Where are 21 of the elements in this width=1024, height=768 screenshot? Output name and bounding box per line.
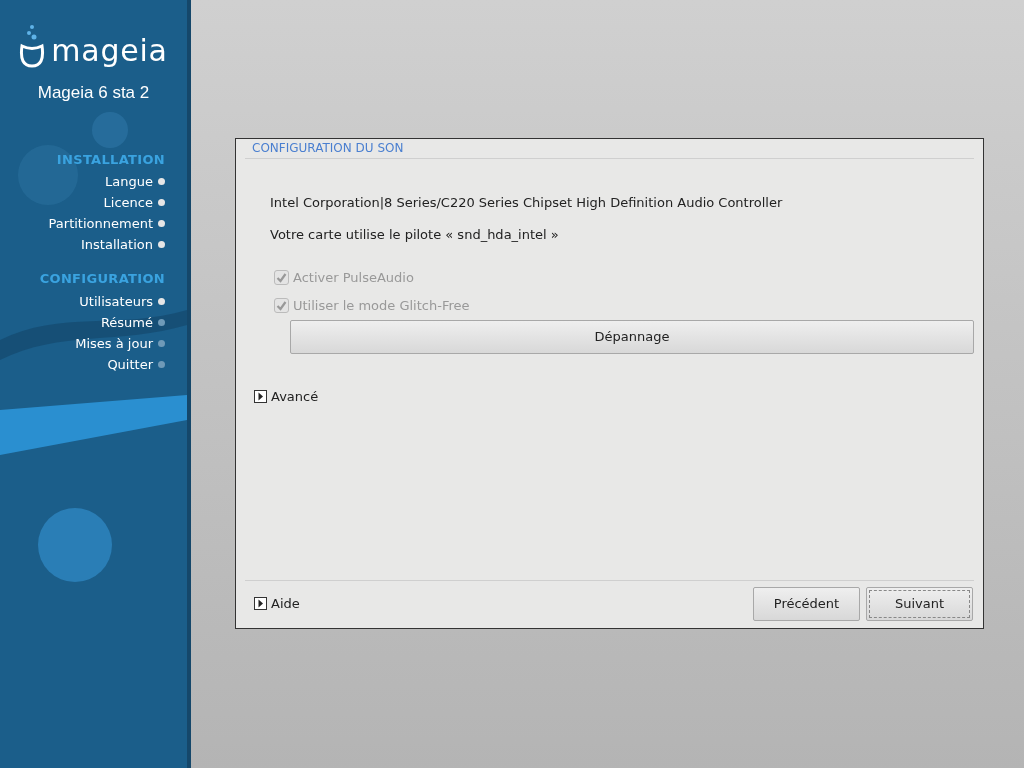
nav-button[interactable]: Précédent xyxy=(753,586,860,621)
dialog-title: CONFIGURATION DU SON xyxy=(245,139,974,159)
step-label: Résumé xyxy=(100,313,153,331)
driver-text: Votre carte utilise le pilote « snd_hda_intel » xyxy=(270,225,560,244)
nav-button[interactable]: Suivant xyxy=(866,586,973,621)
step-label: Quitter xyxy=(107,355,153,373)
section-heading: INSTALLATION xyxy=(56,150,165,169)
step-label: Partitionnement xyxy=(48,215,153,232)
expander[interactable]: Aide xyxy=(254,593,300,614)
step-label: Langue xyxy=(105,173,153,190)
step-label: Licence xyxy=(103,194,153,211)
logo-text: mageia xyxy=(51,34,168,68)
section-heading: CONFIGURATION xyxy=(39,270,165,288)
troubleshoot-button[interactable]: Dépannage xyxy=(290,320,974,354)
step-label: Installation xyxy=(81,236,153,253)
version-label: Mageia 6 sta 2 xyxy=(37,82,150,104)
device-text: Intel Corporation|8 Series/C220 Series Chipset High Definition Audio Controller xyxy=(270,194,784,212)
step-label: Mises à jour xyxy=(75,334,153,352)
step-label: Utilisateurs xyxy=(79,292,153,310)
logo-icon xyxy=(19,24,46,68)
expander[interactable]: Avancé xyxy=(254,387,319,407)
